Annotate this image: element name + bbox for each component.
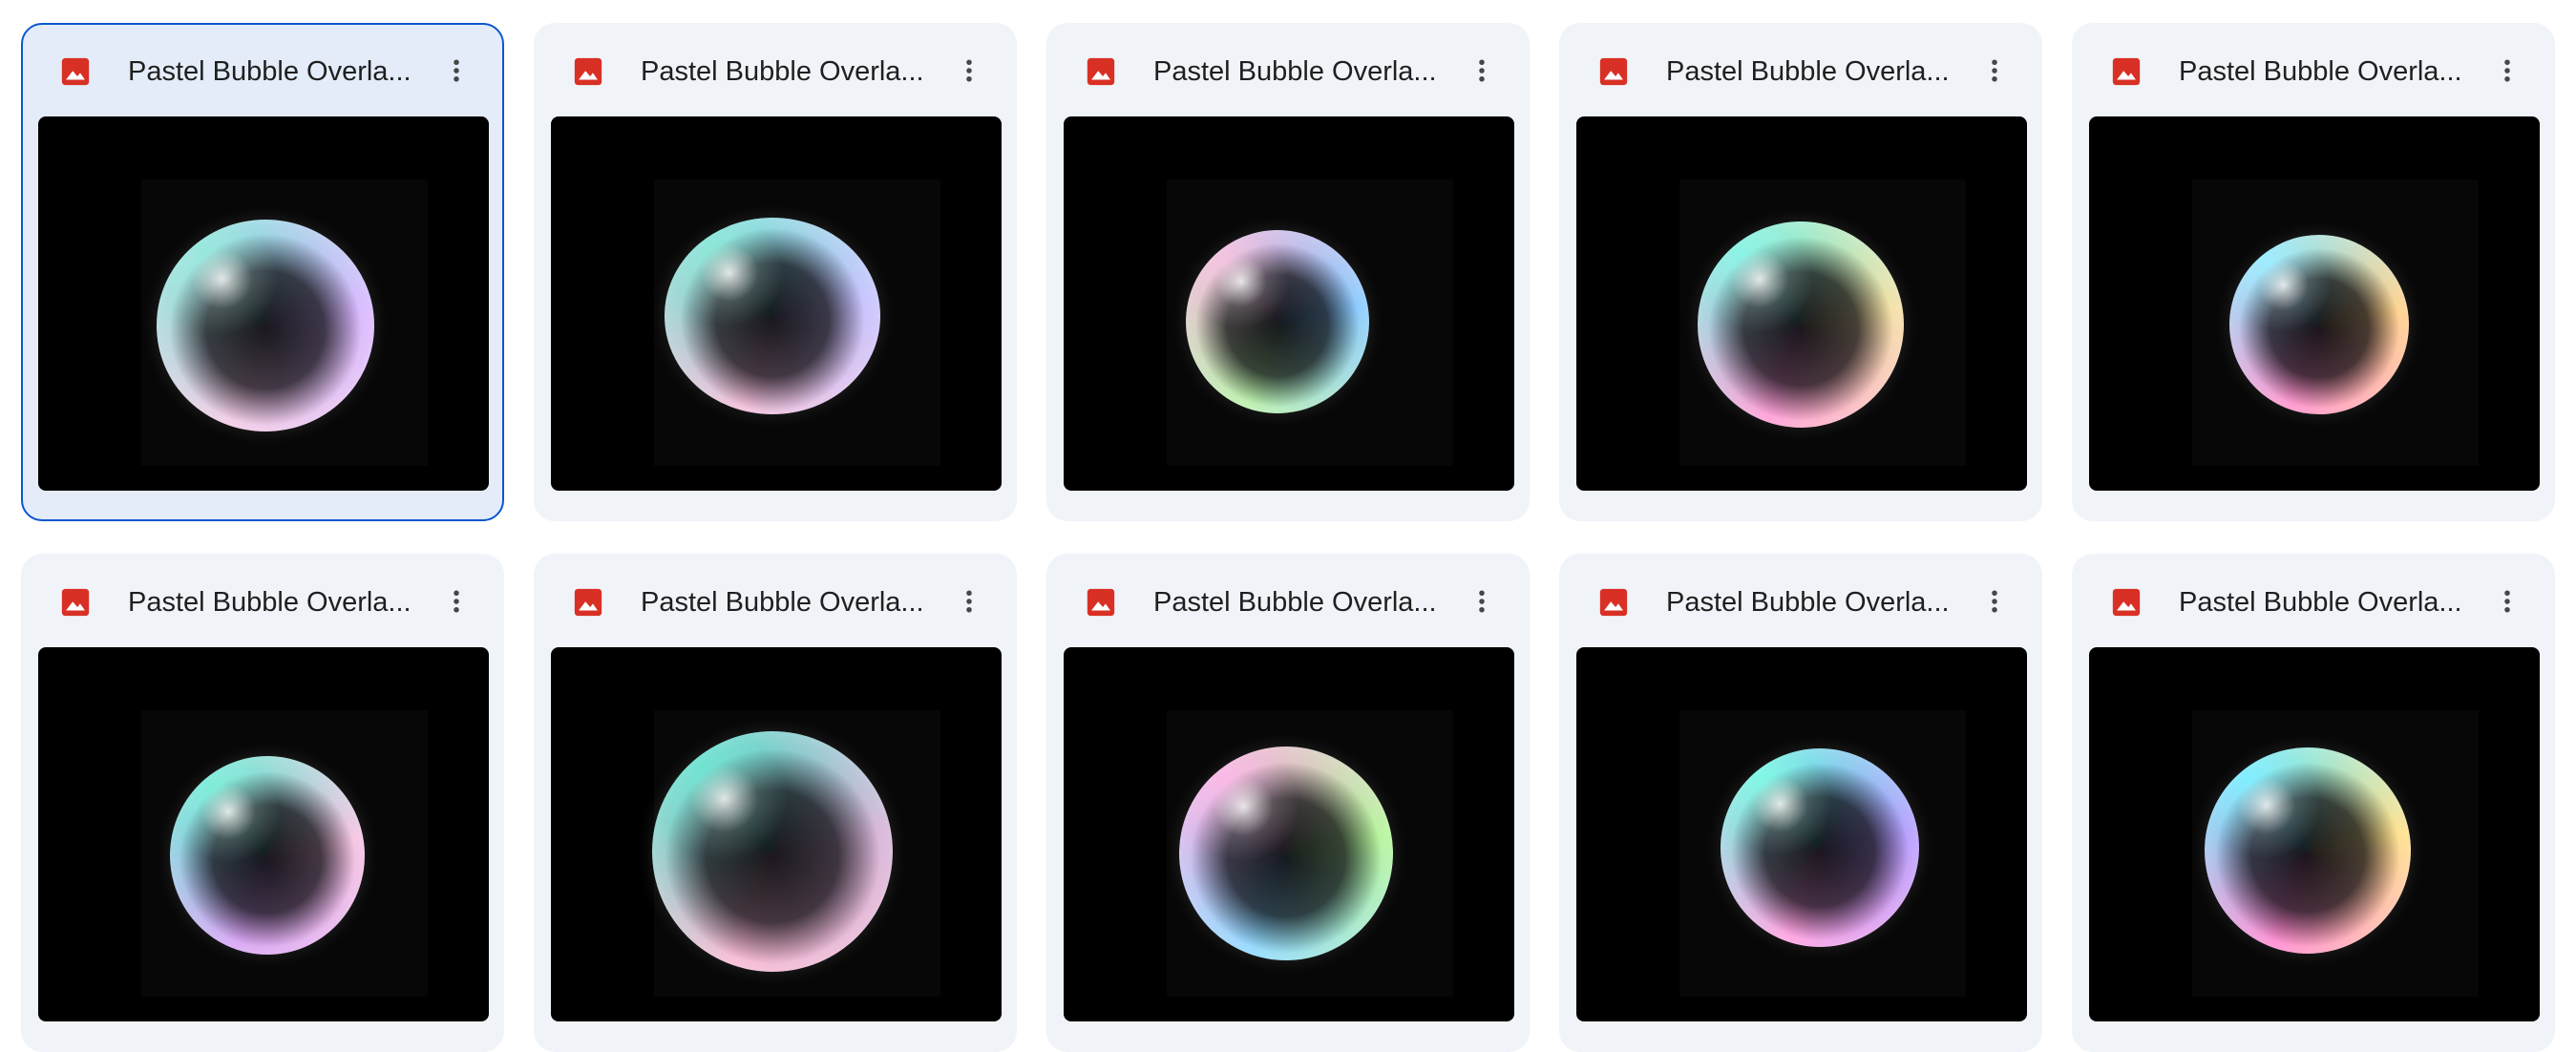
- file-thumbnail[interactable]: [551, 647, 1002, 1021]
- file-name: Pastel Bubble Overla...: [1153, 56, 1437, 87]
- more-vert-icon: [1479, 59, 1485, 82]
- bubble-image: [665, 218, 880, 414]
- bubble-image: [2205, 747, 2411, 954]
- file-name: Pastel Bubble Overla...: [128, 56, 412, 87]
- file-card-header: Pastel Bubble Overla...: [1561, 25, 2040, 116]
- file-thumbnail[interactable]: [2089, 116, 2540, 491]
- bubble-image: [652, 731, 893, 972]
- file-card-header: Pastel Bubble Overla...: [23, 25, 502, 116]
- more-vert-icon: [2504, 59, 2510, 82]
- file-card[interactable]: Pastel Bubble Overla...: [21, 23, 504, 521]
- file-card[interactable]: Pastel Bubble Overla...: [534, 554, 1017, 1052]
- more-actions-button[interactable]: [944, 577, 994, 626]
- file-name: Pastel Bubble Overla...: [2179, 56, 2462, 87]
- bubble-image: [157, 220, 374, 431]
- more-actions-button[interactable]: [2482, 577, 2532, 626]
- bubble-image: [1179, 747, 1393, 960]
- more-actions-button[interactable]: [1970, 46, 2019, 95]
- more-actions-button[interactable]: [432, 46, 481, 95]
- file-name: Pastel Bubble Overla...: [1666, 587, 1950, 618]
- more-actions-button[interactable]: [1457, 46, 1507, 95]
- more-vert-icon: [454, 590, 459, 613]
- image-file-icon: [1087, 588, 1115, 617]
- file-grid: Pastel Bubble Overla... Pastel Bubble Ove…: [21, 23, 2557, 1052]
- file-thumbnail[interactable]: [38, 116, 489, 491]
- more-actions-button[interactable]: [2482, 46, 2532, 95]
- file-card[interactable]: Pastel Bubble Overla...: [1046, 23, 1530, 521]
- bubble-image: [170, 756, 365, 955]
- more-vert-icon: [1992, 590, 1997, 613]
- image-file-icon: [61, 588, 90, 617]
- more-vert-icon: [2504, 590, 2510, 613]
- image-file-icon: [574, 588, 602, 617]
- image-file-icon: [2112, 588, 2141, 617]
- file-card[interactable]: Pastel Bubble Overla...: [1046, 554, 1530, 1052]
- image-file-icon: [61, 57, 90, 86]
- file-thumbnail[interactable]: [2089, 647, 2540, 1021]
- more-actions-button[interactable]: [944, 46, 994, 95]
- image-file-icon: [1599, 588, 1628, 617]
- image-file-icon: [1087, 57, 1115, 86]
- file-name: Pastel Bubble Overla...: [641, 587, 924, 618]
- more-vert-icon: [966, 590, 972, 613]
- file-card-header: Pastel Bubble Overla...: [2074, 556, 2553, 647]
- image-file-icon: [1599, 57, 1628, 86]
- file-name: Pastel Bubble Overla...: [2179, 587, 2462, 618]
- file-thumbnail[interactable]: [1576, 647, 2027, 1021]
- file-thumbnail[interactable]: [551, 116, 1002, 491]
- file-thumbnail[interactable]: [38, 647, 489, 1021]
- file-card[interactable]: Pastel Bubble Overla...: [1559, 23, 2042, 521]
- more-vert-icon: [1992, 59, 1997, 82]
- file-card-header: Pastel Bubble Overla...: [1048, 556, 1528, 647]
- file-card[interactable]: Pastel Bubble Overla...: [534, 23, 1017, 521]
- file-name: Pastel Bubble Overla...: [1666, 56, 1950, 87]
- more-vert-icon: [966, 59, 972, 82]
- file-name: Pastel Bubble Overla...: [641, 56, 924, 87]
- image-file-icon: [574, 57, 602, 86]
- file-thumbnail[interactable]: [1064, 647, 1514, 1021]
- file-card-header: Pastel Bubble Overla...: [536, 25, 1015, 116]
- more-actions-button[interactable]: [432, 577, 481, 626]
- image-file-icon: [2112, 57, 2141, 86]
- file-card-header: Pastel Bubble Overla...: [2074, 25, 2553, 116]
- file-card[interactable]: Pastel Bubble Overla...: [1559, 554, 2042, 1052]
- bubble-image: [1698, 221, 1904, 428]
- file-thumbnail[interactable]: [1576, 116, 2027, 491]
- file-card-header: Pastel Bubble Overla...: [1561, 556, 2040, 647]
- file-card[interactable]: Pastel Bubble Overla...: [2072, 23, 2555, 521]
- more-actions-button[interactable]: [1457, 577, 1507, 626]
- file-card-header: Pastel Bubble Overla...: [1048, 25, 1528, 116]
- file-name: Pastel Bubble Overla...: [128, 587, 412, 618]
- more-vert-icon: [1479, 590, 1485, 613]
- file-thumbnail[interactable]: [1064, 116, 1514, 491]
- file-card[interactable]: Pastel Bubble Overla...: [2072, 554, 2555, 1052]
- bubble-image: [2229, 235, 2409, 414]
- bubble-image: [1721, 748, 1919, 947]
- bubble-image: [1186, 230, 1369, 413]
- more-vert-icon: [454, 59, 459, 82]
- file-name: Pastel Bubble Overla...: [1153, 587, 1437, 618]
- file-card-header: Pastel Bubble Overla...: [536, 556, 1015, 647]
- more-actions-button[interactable]: [1970, 577, 2019, 626]
- file-card[interactable]: Pastel Bubble Overla...: [21, 554, 504, 1052]
- file-card-header: Pastel Bubble Overla...: [23, 556, 502, 647]
